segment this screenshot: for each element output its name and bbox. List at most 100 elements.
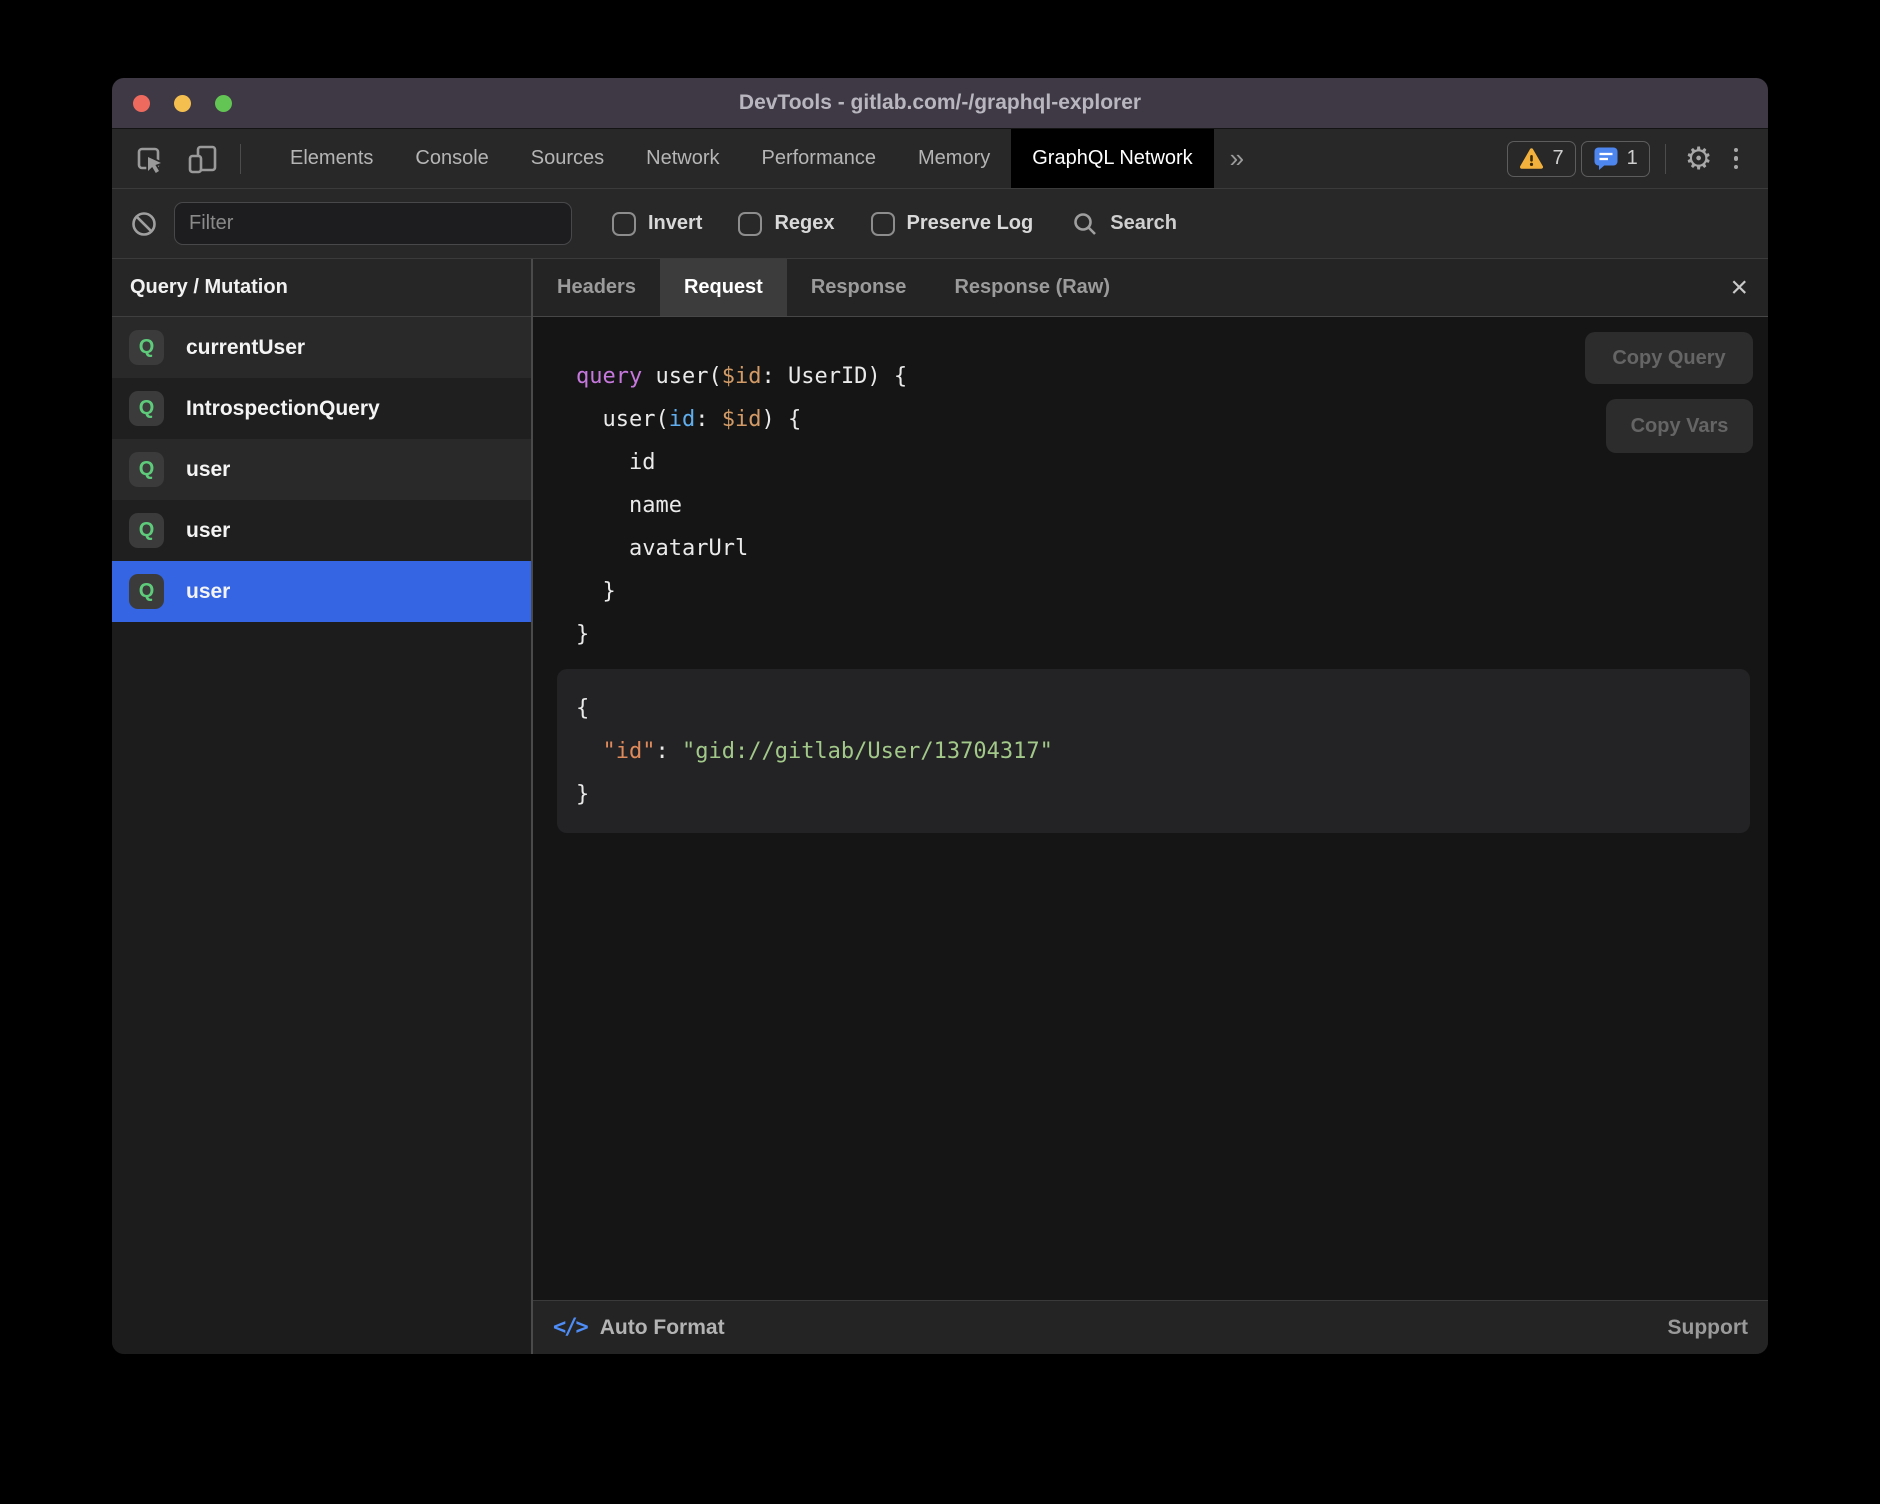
query-type-badge: Q [129,391,164,426]
warnings-badge[interactable]: 7 [1507,141,1575,177]
message-bubble-icon [1593,146,1619,171]
warning-icon [1519,147,1544,170]
main-split: Query / Mutation QcurrentUserQIntrospect… [112,259,1768,1354]
request-sidebar: Query / Mutation QcurrentUserQIntrospect… [112,259,533,1354]
search-label: Search [1110,212,1177,235]
request-name-label: user [186,580,230,604]
tab-network[interactable]: Network [625,129,740,188]
query-variables-code: { "id": "gid://gitlab/User/13704317"} [576,687,1750,816]
sidebar-header: Query / Mutation [112,259,531,317]
close-window-button[interactable] [133,95,150,112]
query-type-badge: Q [129,574,164,609]
code-line: avatarUrl [576,527,1768,570]
detail-tabs: HeadersRequestResponseResponse (Raw) [533,259,1134,316]
close-panel-button[interactable]: × [1710,273,1768,303]
detail-tab-response[interactable]: Response [787,259,931,316]
detail-tab-request[interactable]: Request [660,259,787,316]
detail-panel: HeadersRequestResponseResponse (Raw) × q… [533,259,1768,1354]
clear-requests-button[interactable] [130,210,158,238]
tab-console[interactable]: Console [394,129,509,188]
auto-format-label: Auto Format [600,1316,725,1340]
checkbox-box-regex[interactable] [738,212,762,236]
block-icon [130,210,158,238]
request-list-item[interactable]: Quser [112,561,531,622]
search-icon [1071,210,1099,238]
toolbar-left-icons [112,129,257,188]
checkbox-invert[interactable]: Invert [612,212,702,236]
messages-badge[interactable]: 1 [1581,141,1650,177]
code-line: } [576,570,1768,613]
code-brackets-icon: </> [553,1315,587,1340]
close-icon: × [1730,271,1748,304]
device-toolbar-button[interactable] [186,142,220,176]
code-line: } [576,613,1768,656]
checkbox-box-invert[interactable] [612,212,636,236]
support-link[interactable]: Support [1668,1316,1748,1340]
inspect-element-button[interactable] [132,142,166,176]
checkbox-preserve-log[interactable]: Preserve Log [871,212,1034,236]
detail-tab-headers[interactable]: Headers [533,259,660,316]
tab-graphql-network[interactable]: GraphQL Network [1011,129,1213,188]
query-type-badge: Q [129,330,164,365]
request-name-label: user [186,458,230,482]
menu-button[interactable] [1722,142,1751,176]
device-toolbar-icon [186,142,220,176]
request-list-item[interactable]: Quser [112,439,531,500]
detail-footer: </> Auto Format Support [533,1300,1768,1354]
checkbox-label-preserve-log: Preserve Log [907,212,1034,235]
copy-vars-button[interactable]: Copy Vars [1606,399,1753,453]
detail-tab-response-raw[interactable]: Response (Raw) [930,259,1134,316]
detail-tabs-row: HeadersRequestResponseResponse (Raw) × [533,259,1768,317]
toolbar-tabs: ElementsConsoleSourcesNetworkPerformance… [269,129,1214,188]
zoom-window-button[interactable] [215,95,232,112]
request-tab-content: query user($id: UserID) { user(id: $id) … [533,317,1768,1300]
request-name-label: currentUser [186,336,305,360]
toolbar-separator [240,144,241,174]
query-type-badge: Q [129,452,164,487]
toolbar-right: 7 1 ⚙ [1507,129,1768,188]
search-button[interactable]: Search [1071,210,1177,238]
code-line: name [576,484,1768,527]
auto-format-button[interactable]: </> Auto Format [553,1315,725,1340]
request-list-item[interactable]: Quser [112,500,531,561]
more-tabs-button[interactable]: » [1214,129,1260,188]
copy-query-button[interactable]: Copy Query [1585,332,1753,384]
request-list-item[interactable]: Q IntrospectionQuery [112,378,531,439]
titlebar: DevTools - gitlab.com/-/graphql-explorer [112,78,1768,129]
checkbox-box-preserve-log[interactable] [871,212,895,236]
tab-performance[interactable]: Performance [741,129,898,188]
checkbox-regex[interactable]: Regex [738,212,834,236]
window-title: DevTools - gitlab.com/-/graphql-explorer [739,91,1141,115]
kebab-icon [1734,148,1739,170]
code-line: { [576,687,1750,730]
tab-elements[interactable]: Elements [269,129,394,188]
request-name-label: IntrospectionQuery [186,397,380,421]
checkbox-label-invert: Invert [648,212,702,235]
toolbar-right-separator [1665,144,1666,174]
request-list: QcurrentUserQIntrospectionQueryQuserQuse… [112,317,531,622]
traffic-lights [133,78,232,128]
warning-count: 7 [1552,147,1563,170]
filter-bar: Invert Regex Preserve Log Search [112,189,1768,259]
message-count: 1 [1627,147,1638,170]
code-line: "id": "gid://gitlab/User/13704317" [576,730,1750,773]
filter-checkboxes: Invert Regex Preserve Log [612,212,1033,236]
main-toolbar: ElementsConsoleSourcesNetworkPerformance… [112,129,1768,189]
request-name-label: user [186,519,230,543]
query-type-badge: Q [129,513,164,548]
devtools-window: DevTools - gitlab.com/-/graphql-explorer… [112,78,1768,1354]
minimize-window-button[interactable] [174,95,191,112]
request-list-item[interactable]: QcurrentUser [112,317,531,378]
tab-sources[interactable]: Sources [510,129,625,188]
settings-button[interactable]: ⚙ [1681,143,1717,174]
code-line: id [576,441,1768,484]
graphql-query-code: query user($id: UserID) { user(id: $id) … [533,317,1768,656]
query-variables-box: { "id": "gid://gitlab/User/13704317"} [557,669,1750,833]
checkbox-label-regex: Regex [774,212,834,235]
tab-memory[interactable]: Memory [897,129,1011,188]
filter-input[interactable] [174,202,572,245]
gear-icon: ⚙ [1685,141,1713,176]
inspect-cursor-icon [132,142,166,176]
code-line: user(id: $id) { [576,398,1768,441]
code-line: } [576,773,1750,816]
